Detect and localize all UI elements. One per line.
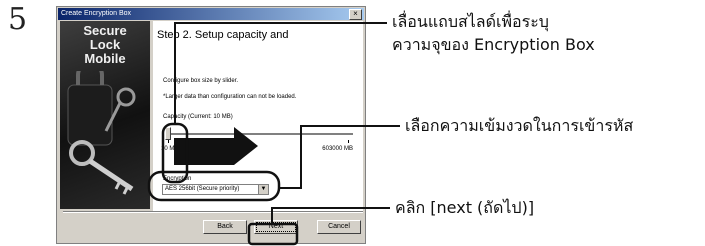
next-callout-line — [271, 207, 390, 224]
callout-slider: เลื่อนแถบสไลด์เพื่อระบุ ความจุของ Encryp… — [392, 10, 595, 56]
next-highlight — [247, 222, 299, 246]
callout-slider-line2: ความจุของ Encryption Box — [392, 35, 595, 54]
encryption-callout-line — [279, 125, 400, 189]
slider-callout-line — [174, 22, 387, 124]
callout-slider-line1: เลื่อนแถบสไลด์เพื่อระบุ — [392, 12, 549, 31]
callout-encryption: เลือกความเข้มงวดในการเข้ารหัส — [405, 116, 634, 135]
encryption-highlight — [147, 170, 281, 202]
callout-next: คลิก [next (ถัดไป)] — [395, 198, 535, 217]
